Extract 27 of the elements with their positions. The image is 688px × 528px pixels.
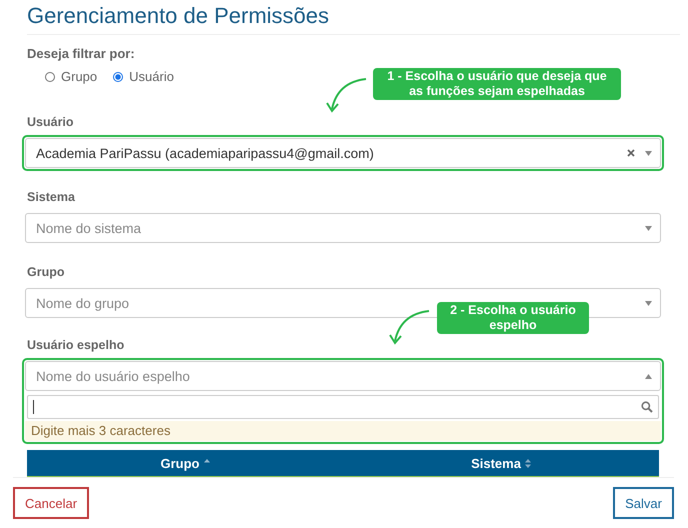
search-field[interactable] — [27, 395, 659, 419]
caret-down-icon — [645, 226, 652, 230]
filter-label: Deseja filtrar por: — [27, 45, 136, 63]
select-field[interactable]: Academia PariPassu (academiaparipassu4@gmail.com) — [25, 138, 661, 168]
clear-icon[interactable] — [627, 149, 635, 157]
caret-down-icon — [645, 300, 652, 306]
radio-option[interactable]: Usuário — [113, 68, 174, 86]
dropdown-message: Digite mais 3 caracteres — [25, 421, 661, 441]
search-icon — [641, 401, 653, 413]
select-field[interactable]: Nome do sistema — [25, 213, 661, 243]
curved-arrow — [389, 310, 430, 345]
field-label: Usuário — [27, 114, 75, 130]
field-label: Sistema — [27, 189, 76, 205]
page-title: Gerenciamento de Permissões — [27, 0, 680, 35]
caret-down-icon — [645, 150, 652, 156]
select-field[interactable]: Nome do usuário espelho — [25, 361, 661, 391]
cancel-button[interactable]: Cancelar — [13, 487, 90, 519]
curved-arrow — [326, 78, 366, 113]
radio-option[interactable]: Grupo — [45, 68, 98, 86]
field-label: Usuário espelho — [27, 337, 126, 353]
column-header[interactable]: Grupo — [27, 450, 343, 476]
column-header[interactable]: Sistema — [343, 450, 659, 476]
field-label: Grupo — [27, 264, 66, 280]
callout-label: 2 - Escolha o usuário espelho — [437, 302, 589, 334]
caret-up-icon — [645, 374, 652, 378]
callout-label: 1 - Escolha o usuário que deseja que as funções sejam espelhadas — [373, 68, 621, 100]
save-button[interactable]: Salvar — [613, 487, 674, 519]
